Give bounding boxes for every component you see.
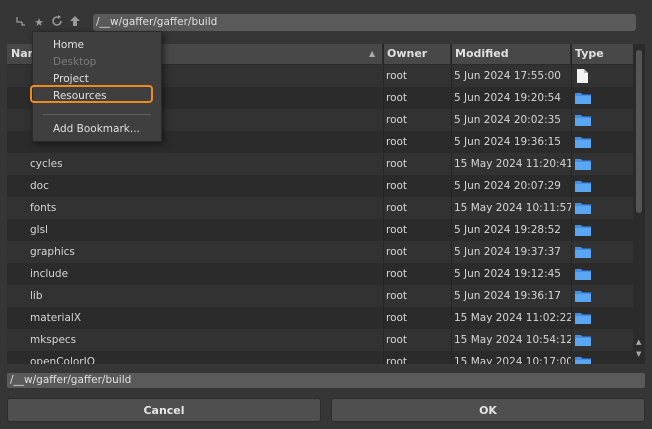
column-header-type[interactable]: Type: [571, 44, 633, 64]
file-owner: root: [386, 114, 408, 126]
selected-path-field[interactable]: /__w/gaffer/gaffer/build: [7, 373, 645, 388]
table-row[interactable]: glsl root 5 Jun 2024 19:28:52: [7, 219, 633, 241]
column-header-modified[interactable]: Modified: [451, 44, 571, 64]
file-owner: root: [386, 246, 408, 258]
file-name: cycles: [30, 158, 63, 170]
column-header-owner[interactable]: Owner: [383, 44, 451, 64]
file-name: lib: [30, 290, 43, 302]
file-name: graphics: [30, 246, 75, 258]
table-row[interactable]: materialX root 15 May 2024 11:02:22: [7, 307, 633, 329]
refresh-icon[interactable]: [50, 15, 64, 31]
file-name: materialX: [30, 312, 82, 324]
menu-item-add-bookmark[interactable]: Add Bookmark...: [53, 121, 140, 137]
file-owner: root: [386, 70, 408, 82]
file-modified: 5 Jun 2024 19:37:37: [454, 246, 561, 258]
folder-icon: [573, 289, 593, 303]
folder-icon: [573, 355, 593, 364]
cancel-button[interactable]: Cancel: [7, 398, 321, 422]
table-row[interactable]: fonts root 15 May 2024 10:11:57: [7, 197, 633, 219]
file-name: glsl: [30, 224, 48, 236]
hierarchy-icon[interactable]: [14, 15, 28, 31]
table-row[interactable]: mkspecs root 15 May 2024 10:54:12: [7, 329, 633, 351]
file-modified: 15 May 2024 11:02:22: [454, 312, 573, 324]
file-name: doc: [30, 180, 49, 192]
table-row[interactable]: doc root 5 Jun 2024 20:07:29: [7, 175, 633, 197]
folder-icon: [573, 267, 593, 281]
file-owner: root: [386, 158, 408, 170]
vertical-scrollbar[interactable]: ▲ ▼: [634, 44, 645, 364]
ok-button[interactable]: OK: [331, 398, 645, 422]
file-modified: 15 May 2024 10:17:00: [454, 356, 573, 364]
file-owner: root: [386, 334, 408, 346]
file-name: mkspecs: [30, 334, 77, 346]
file-name: include: [30, 268, 69, 280]
folder-icon: [573, 223, 593, 237]
file-owner: root: [386, 312, 408, 324]
file-owner: root: [386, 356, 408, 364]
resources-highlight-box: [30, 85, 153, 103]
column-divider: [383, 44, 384, 364]
column-divider: [451, 44, 452, 364]
file-modified: 15 May 2024 11:20:41: [454, 158, 573, 170]
file-modified: 5 Jun 2024 20:07:29: [454, 180, 561, 192]
column-divider: [571, 44, 572, 364]
file-owner: root: [386, 224, 408, 236]
file-owner: root: [386, 180, 408, 192]
sort-ascending-icon: ▲: [369, 49, 376, 58]
menu-item-home[interactable]: Home: [53, 37, 84, 53]
scroll-up-icon[interactable]: ▲: [636, 338, 644, 346]
table-row[interactable]: graphics root 5 Jun 2024 19:37:37: [7, 241, 633, 263]
file-icon: [573, 69, 593, 83]
folder-icon: [573, 201, 593, 215]
table-row[interactable]: include root 5 Jun 2024 19:12:45: [7, 263, 633, 285]
folder-icon: [573, 179, 593, 193]
file-modified: 5 Jun 2024 19:12:45: [454, 268, 561, 280]
file-modified: 5 Jun 2024 20:02:35: [454, 114, 561, 126]
folder-icon: [573, 113, 593, 127]
file-owner: root: [386, 202, 408, 214]
file-name: fonts: [30, 202, 57, 214]
scrollbar-thumb[interactable]: [636, 50, 642, 213]
file-modified: 5 Jun 2024 19:36:15: [454, 136, 561, 148]
table-row[interactable]: openColorIO root 15 May 2024 10:17:00: [7, 351, 633, 364]
folder-icon: [573, 135, 593, 149]
file-modified: 5 Jun 2024 19:28:52: [454, 224, 561, 236]
file-name: openColorIO: [30, 356, 95, 364]
folder-icon: [573, 245, 593, 259]
file-owner: root: [386, 136, 408, 148]
file-modified: 5 Jun 2024 19:36:17: [454, 290, 561, 302]
file-modified: 5 Jun 2024 19:20:54: [454, 92, 561, 104]
folder-icon: [573, 157, 593, 171]
folder-icon: [573, 91, 593, 105]
file-owner: root: [386, 268, 408, 280]
path-input[interactable]: /__w/gaffer/gaffer/build: [93, 14, 636, 31]
file-owner: root: [386, 92, 408, 104]
up-arrow-icon[interactable]: [68, 15, 82, 31]
table-row[interactable]: cycles root 15 May 2024 11:20:41: [7, 153, 633, 175]
folder-icon: [573, 311, 593, 325]
file-modified: 15 May 2024 10:11:57: [454, 202, 573, 214]
star-icon[interactable]: ★: [32, 15, 46, 31]
folder-icon: [573, 333, 593, 347]
file-modified: 15 May 2024 10:54:12: [454, 334, 573, 346]
file-modified: 5 Jun 2024 17:55:00: [454, 70, 561, 82]
file-owner: root: [386, 290, 408, 302]
table-row[interactable]: lib root 5 Jun 2024 19:36:17: [7, 285, 633, 307]
menu-separator: [43, 114, 151, 115]
menu-item-desktop: Desktop: [53, 56, 97, 68]
scroll-down-icon[interactable]: ▼: [636, 350, 644, 358]
